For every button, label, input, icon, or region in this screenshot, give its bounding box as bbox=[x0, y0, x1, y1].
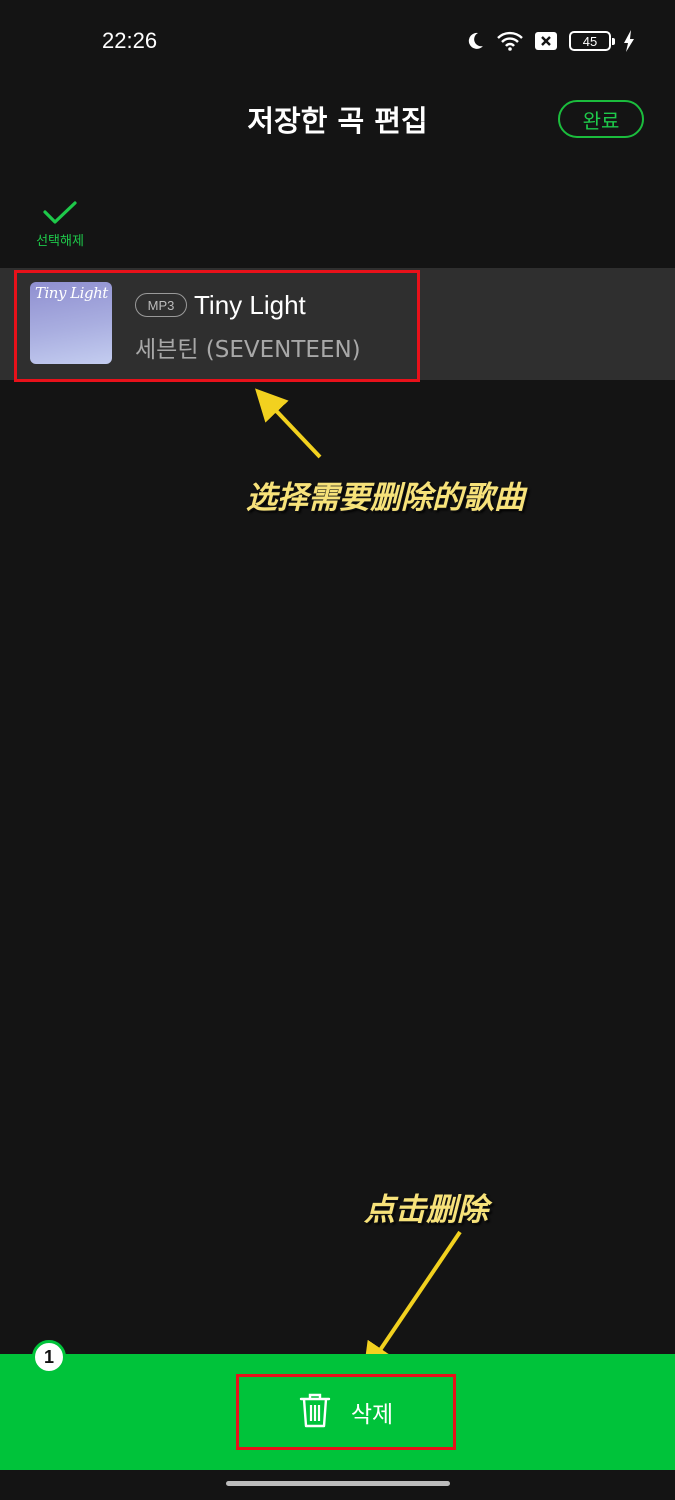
delete-hint-annotation: 点击删除 bbox=[364, 1192, 488, 1228]
select-hint-annotation: 选择需要删除的歌曲 bbox=[246, 480, 525, 516]
home-indicator[interactable] bbox=[226, 1481, 450, 1486]
deselect-label: 선택해제 bbox=[36, 234, 84, 249]
arrow-to-song bbox=[254, 388, 462, 1376]
song-highlight-box bbox=[14, 270, 420, 382]
battery-icon: 45 bbox=[569, 31, 615, 51]
status-bar: 22:26 45 bbox=[0, 0, 675, 86]
status-icons: 45 bbox=[465, 30, 635, 52]
status-time: 22:26 bbox=[102, 28, 158, 53]
delete-highlight-box bbox=[236, 1374, 456, 1450]
notification-x-icon bbox=[535, 31, 557, 51]
moon-icon bbox=[465, 31, 485, 51]
charging-icon bbox=[623, 30, 635, 52]
deselect-all-button[interactable]: 선택해제 bbox=[22, 200, 98, 249]
wifi-icon bbox=[497, 31, 523, 51]
done-button[interactable]: 완료 bbox=[558, 100, 644, 138]
selected-count-badge: 1 bbox=[32, 1340, 66, 1374]
checkmark-icon bbox=[22, 200, 98, 226]
